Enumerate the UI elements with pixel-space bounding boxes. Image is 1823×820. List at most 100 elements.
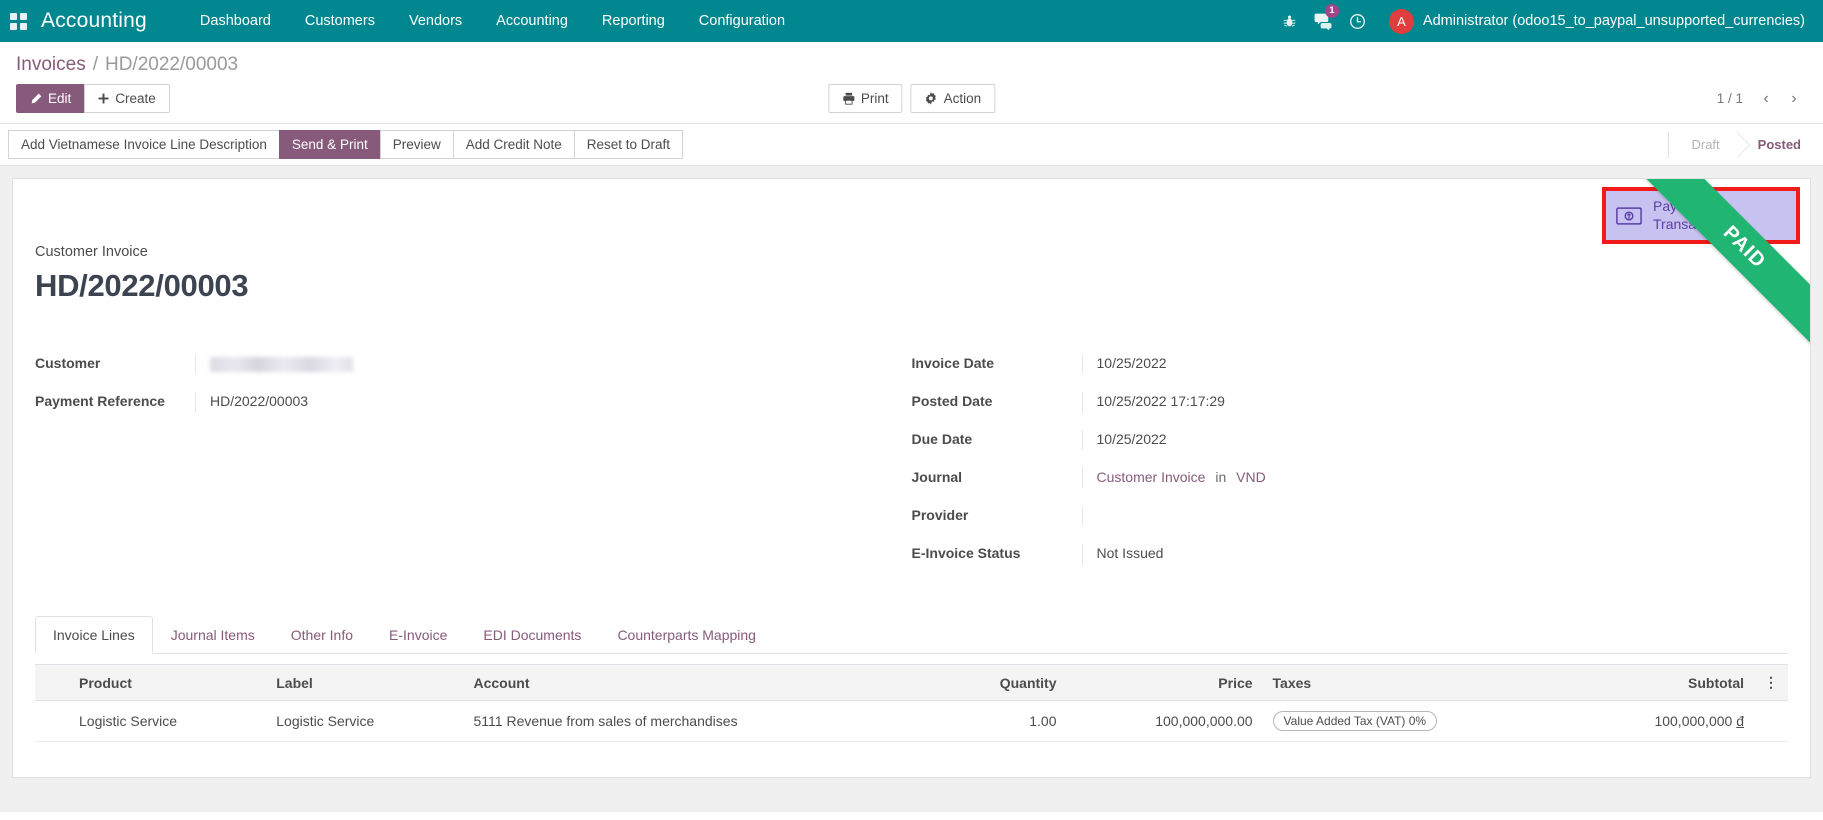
payment-transaction-stat-button[interactable]: Payment Transaction xyxy=(1606,191,1796,240)
field-provider-value[interactable] xyxy=(1082,506,1759,526)
send-and-print-button[interactable]: Send & Print xyxy=(279,130,381,159)
form-statusbar: Add Vietnamese Invoice Line Description … xyxy=(0,124,1823,166)
field-einvoice-status-value: Not Issued xyxy=(1082,544,1759,564)
menu-item-vendors[interactable]: Vendors xyxy=(392,2,479,40)
tab-journal-items[interactable]: Journal Items xyxy=(153,616,273,654)
field-journal-label: Journal xyxy=(912,468,1082,485)
printer-icon xyxy=(842,92,855,105)
user-name-label: Administrator (odoo15_to_paypal_unsuppor… xyxy=(1423,13,1805,29)
column-product[interactable]: Product xyxy=(69,665,266,701)
chevron-left-icon[interactable]: ‹ xyxy=(1753,86,1779,112)
field-payment-reference-label: Payment Reference xyxy=(35,392,195,409)
edit-button[interactable]: Edit xyxy=(16,84,85,113)
field-journal-value[interactable]: Customer Invoice in VND xyxy=(1082,468,1759,488)
table-row[interactable]: Logistic Service Logistic Service 5111 R… xyxy=(35,701,1788,742)
statusbar-buttons: Add Vietnamese Invoice Line Description … xyxy=(8,130,683,159)
breadcrumb-root-invoices[interactable]: Invoices xyxy=(16,54,86,76)
print-button[interactable]: Print xyxy=(828,84,903,113)
money-banknote-icon xyxy=(1616,207,1642,225)
field-einvoice-status-label: E-Invoice Status xyxy=(912,544,1082,561)
cell-product[interactable]: Logistic Service xyxy=(69,701,266,742)
menu-item-configuration[interactable]: Configuration xyxy=(682,2,802,40)
payment-transaction-highlight-box: Payment Transaction xyxy=(1602,187,1800,244)
field-invoice-date-value[interactable]: 10/25/2022 xyxy=(1082,354,1759,374)
form-column-right: Invoice Date 10/25/2022 Posted Date 10/2… xyxy=(912,354,1789,582)
record-actions-group: Edit Create xyxy=(16,84,170,113)
field-provider-label: Provider xyxy=(912,506,1082,523)
plus-icon xyxy=(98,93,109,104)
user-menu[interactable]: A Administrator (odoo15_to_paypal_unsupp… xyxy=(1389,9,1805,34)
main-menu: Dashboard Customers Vendors Accounting R… xyxy=(183,2,802,40)
cell-price[interactable]: 100,000,000.00 xyxy=(1067,701,1263,742)
stat-buttons-bar: Payment Transaction xyxy=(13,179,1810,244)
currency-symbol: đ xyxy=(1736,713,1744,729)
cell-subtotal: 100,000,000 đ xyxy=(1571,701,1754,742)
add-vietnamese-invoice-line-description-button[interactable]: Add Vietnamese Invoice Line Description xyxy=(8,130,280,159)
column-account[interactable]: Account xyxy=(464,665,939,701)
field-journal-currency[interactable]: VND xyxy=(1236,469,1266,485)
field-customer-label: Customer xyxy=(35,354,195,371)
row-options-cell xyxy=(1754,701,1788,742)
tab-counterparts-mapping[interactable]: Counterparts Mapping xyxy=(599,616,774,654)
cell-taxes[interactable]: Value Added Tax (VAT) 0% xyxy=(1263,701,1571,742)
apps-grid-icon[interactable] xyxy=(10,13,27,30)
field-invoice-date-label: Invoice Date xyxy=(912,354,1082,371)
sheet-body: Customer Invoice HD/2022/00003 Customer … xyxy=(13,244,1810,742)
app-brand-accounting[interactable]: Accounting xyxy=(41,9,147,33)
field-customer: Customer xyxy=(35,354,882,377)
row-drag-handle[interactable] xyxy=(35,701,69,742)
form-sheet-background: PAID Payment Transaction Customer Inv xyxy=(0,166,1823,812)
document-type-label: Customer Invoice xyxy=(35,244,1788,260)
create-button-label: Create xyxy=(115,91,156,106)
page-title: HD/2022/00003 xyxy=(35,268,1788,304)
subtotal-amount: 100,000,000 xyxy=(1654,713,1732,729)
cell-quantity[interactable]: 1.00 xyxy=(938,701,1066,742)
bug-icon[interactable] xyxy=(1273,0,1307,42)
column-price[interactable]: Price xyxy=(1067,665,1263,701)
invoice-lines-header: Product Label Account Quantity Price Tax… xyxy=(35,665,1788,701)
column-drag-handle xyxy=(35,665,69,701)
menu-item-dashboard[interactable]: Dashboard xyxy=(183,2,288,40)
field-journal-in-word: in xyxy=(1209,469,1232,485)
breadcrumb-separator: / xyxy=(93,54,98,76)
field-journal-name[interactable]: Customer Invoice xyxy=(1097,469,1206,485)
menu-item-reporting[interactable]: Reporting xyxy=(585,2,682,40)
control-panel: Invoices / HD/2022/00003 Edit Create xyxy=(0,42,1823,124)
avatar: A xyxy=(1389,9,1414,34)
cell-account[interactable]: 5111 Revenue from sales of merchandises xyxy=(464,701,939,742)
field-posted-date-value[interactable]: 10/25/2022 17:17:29 xyxy=(1082,392,1759,412)
breadcrumb-current-record: HD/2022/00003 xyxy=(105,54,238,76)
activities-clock-icon[interactable] xyxy=(1341,0,1375,42)
field-due-date-value[interactable]: 10/25/2022 xyxy=(1082,430,1759,450)
column-label[interactable]: Label xyxy=(266,665,463,701)
column-subtotal[interactable]: Subtotal xyxy=(1571,665,1754,701)
vertical-dots-icon[interactable]: ⋮ xyxy=(1754,665,1788,701)
print-action-group: Print Action xyxy=(828,84,995,113)
action-button[interactable]: Action xyxy=(911,84,996,113)
messages-badge: 1 xyxy=(1325,4,1339,18)
form-columns: Customer Payment Reference HD/2022/00003… xyxy=(35,354,1788,582)
state-draft[interactable]: Draft xyxy=(1668,132,1735,158)
tab-e-invoice[interactable]: E-Invoice xyxy=(371,616,465,654)
payment-transaction-label: Payment Transaction xyxy=(1653,198,1726,233)
chevron-right-icon[interactable]: › xyxy=(1781,86,1807,112)
menu-item-customers[interactable]: Customers xyxy=(288,2,392,40)
menu-item-accounting[interactable]: Accounting xyxy=(479,2,585,40)
add-credit-note-button[interactable]: Add Credit Note xyxy=(453,130,575,159)
column-taxes[interactable]: Taxes xyxy=(1263,665,1571,701)
field-payment-reference-value[interactable]: HD/2022/00003 xyxy=(195,392,882,412)
messages-icon[interactable]: 1 xyxy=(1307,0,1341,42)
print-button-label: Print xyxy=(861,91,889,106)
tab-edi-documents[interactable]: EDI Documents xyxy=(465,616,599,654)
column-quantity[interactable]: Quantity xyxy=(938,665,1066,701)
reset-to-draft-button[interactable]: Reset to Draft xyxy=(574,130,683,159)
tab-invoice-lines[interactable]: Invoice Lines xyxy=(35,616,153,654)
field-customer-value[interactable] xyxy=(195,354,882,374)
create-button[interactable]: Create xyxy=(84,84,170,113)
top-navbar: Accounting Dashboard Customers Vendors A… xyxy=(0,0,1823,42)
preview-button[interactable]: Preview xyxy=(380,130,454,159)
tax-badge: Value Added Tax (VAT) 0% xyxy=(1273,711,1438,731)
tab-other-info[interactable]: Other Info xyxy=(273,616,371,654)
field-posted-date-label: Posted Date xyxy=(912,392,1082,409)
cell-label[interactable]: Logistic Service xyxy=(266,701,463,742)
